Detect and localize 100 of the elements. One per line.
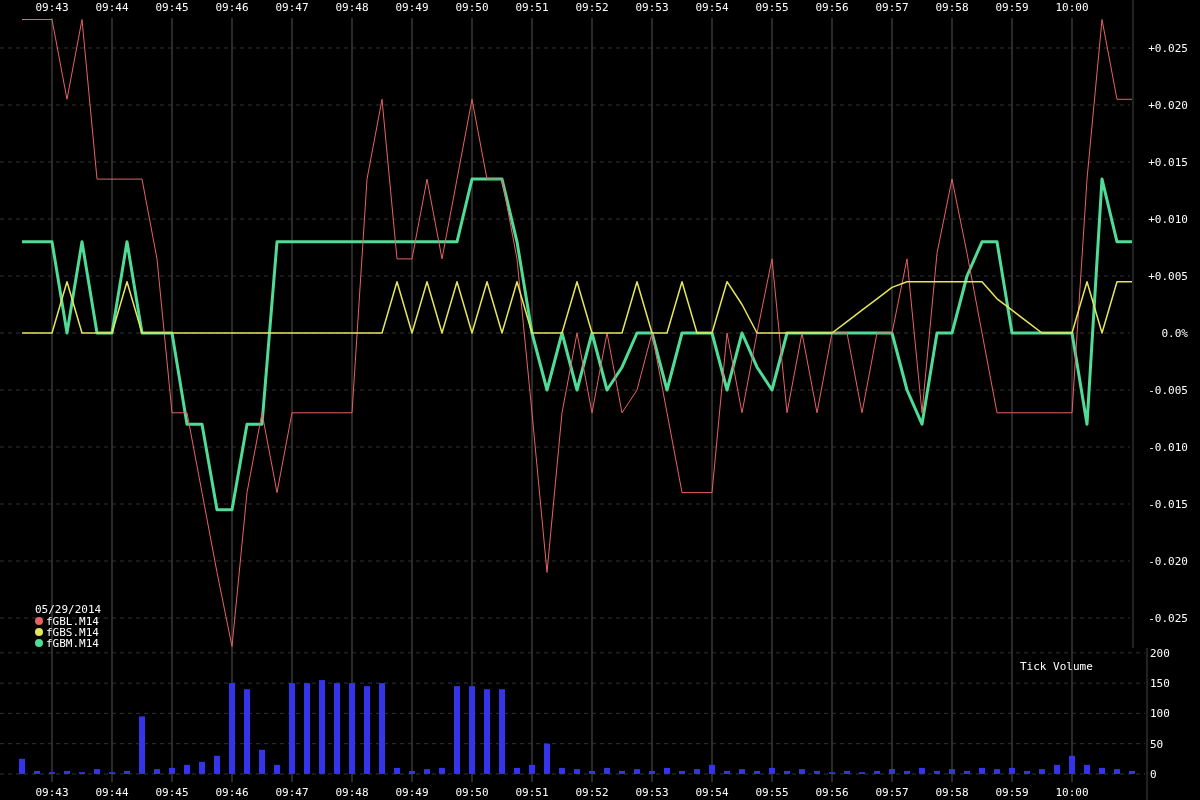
time-label: 09:51 xyxy=(515,786,549,799)
volume-bar xyxy=(754,770,760,774)
time-label: 09:53 xyxy=(635,786,669,799)
time-label: 09:43 xyxy=(35,1,69,14)
axis-label: 50 xyxy=(1150,737,1164,751)
volume-bar xyxy=(979,767,985,774)
volume-bar xyxy=(124,770,130,774)
time-label: 09:57 xyxy=(875,1,909,14)
volume-bar xyxy=(874,770,880,774)
volume-bar xyxy=(514,767,520,774)
time-label: 09:48 xyxy=(335,1,369,14)
time-label: 09:58 xyxy=(935,786,969,799)
volume-bar xyxy=(664,767,670,774)
volume-bar xyxy=(604,767,610,774)
time-label: 09:53 xyxy=(635,1,669,14)
volume-bar xyxy=(94,769,100,774)
time-label: 09:54 xyxy=(695,1,729,14)
time-label: 09:47 xyxy=(275,786,309,799)
volume-bar xyxy=(544,743,550,774)
volume-bar xyxy=(529,764,535,774)
legend-label: fGBS.M14 xyxy=(46,626,99,639)
axis-label: 0 xyxy=(1150,767,1157,781)
volume-bar xyxy=(19,758,25,774)
axis-label: -0.015 xyxy=(1148,498,1188,511)
volume-bar xyxy=(199,761,205,774)
time-label: 09:48 xyxy=(335,786,369,799)
volume-bar xyxy=(139,716,145,774)
volume-bar xyxy=(769,767,775,774)
volume-bar xyxy=(439,767,445,774)
time-label: 09:57 xyxy=(875,786,909,799)
time-label: 09:47 xyxy=(275,1,309,14)
volume-bar xyxy=(1054,764,1060,774)
volume-bar xyxy=(934,770,940,774)
time-label: 09:59 xyxy=(995,1,1029,14)
time-label: 09:50 xyxy=(455,786,489,799)
time-label: 09:58 xyxy=(935,1,969,14)
volume-bar xyxy=(964,770,970,774)
time-label: 09:52 xyxy=(575,1,609,14)
time-label: 09:54 xyxy=(695,786,729,799)
volume-bar xyxy=(994,769,1000,774)
axis-label: -0.005 xyxy=(1148,384,1188,397)
time-label: 09:51 xyxy=(515,1,549,14)
time-label: 09:50 xyxy=(455,1,489,14)
time-label: 09:56 xyxy=(815,786,849,799)
axis-label: +0.015 xyxy=(1148,156,1188,169)
volume-bar xyxy=(1069,755,1075,774)
volume-bar xyxy=(34,770,40,774)
volume-bar xyxy=(1129,770,1135,774)
time-label: 09:45 xyxy=(155,786,189,799)
time-label: 09:46 xyxy=(215,786,249,799)
time-label: 09:59 xyxy=(995,786,1029,799)
volume-bar xyxy=(799,769,805,774)
axis-label: -0.010 xyxy=(1148,441,1188,454)
time-label: 09:49 xyxy=(395,1,429,14)
axis-label: 200 xyxy=(1150,648,1170,660)
volume-bar xyxy=(1009,767,1015,774)
volume-bar xyxy=(184,764,190,774)
volume-bar xyxy=(1039,769,1045,774)
volume-bar xyxy=(724,770,730,774)
legend-label: fGBM.M14 xyxy=(46,637,99,648)
volume-bar xyxy=(619,770,625,774)
time-label: 09:44 xyxy=(95,1,129,14)
axis-label: +0.010 xyxy=(1148,213,1188,226)
volume-bar xyxy=(559,767,565,774)
volume-bar xyxy=(169,767,175,774)
axis-label: +0.005 xyxy=(1148,270,1188,283)
time-label: 09:45 xyxy=(155,1,189,14)
date-label: 05/29/2014 xyxy=(35,603,102,616)
volume-bar xyxy=(694,769,700,774)
chart-title: Tick Volume xyxy=(1020,660,1093,673)
time-label: 09:55 xyxy=(755,1,789,14)
volume-bar xyxy=(1114,769,1120,774)
time-label: 09:55 xyxy=(755,786,789,799)
volume-bar xyxy=(154,769,160,774)
volume-bar xyxy=(274,764,280,774)
legend-label: fGBL.M14 xyxy=(46,615,99,628)
axis-label: -0.020 xyxy=(1148,555,1188,568)
volume-bar xyxy=(649,770,655,774)
volume-bar xyxy=(814,770,820,774)
axis-label: +0.025 xyxy=(1148,42,1188,55)
volume-bar xyxy=(844,770,850,774)
volume-bar xyxy=(1024,770,1030,774)
axis-label: 100 xyxy=(1150,707,1170,721)
volume-bar xyxy=(949,769,955,774)
volume-bar xyxy=(739,769,745,774)
time-label: 09:44 xyxy=(95,786,129,799)
volume-bar xyxy=(394,767,400,774)
volume-bar xyxy=(589,770,595,774)
volume-bar xyxy=(214,755,220,774)
time-label: 09:52 xyxy=(575,786,609,799)
volume-bar xyxy=(64,770,70,774)
volume-bar xyxy=(634,769,640,774)
volume-bar xyxy=(424,769,430,774)
volume-bar xyxy=(1099,767,1105,774)
volume-bar xyxy=(889,769,895,774)
time-label: 10:00 xyxy=(1055,786,1089,799)
volume-bar xyxy=(904,770,910,774)
axis-label: 0.0% xyxy=(1161,327,1188,340)
volume-bar xyxy=(409,770,415,774)
axis-label: +0.020 xyxy=(1148,99,1188,112)
